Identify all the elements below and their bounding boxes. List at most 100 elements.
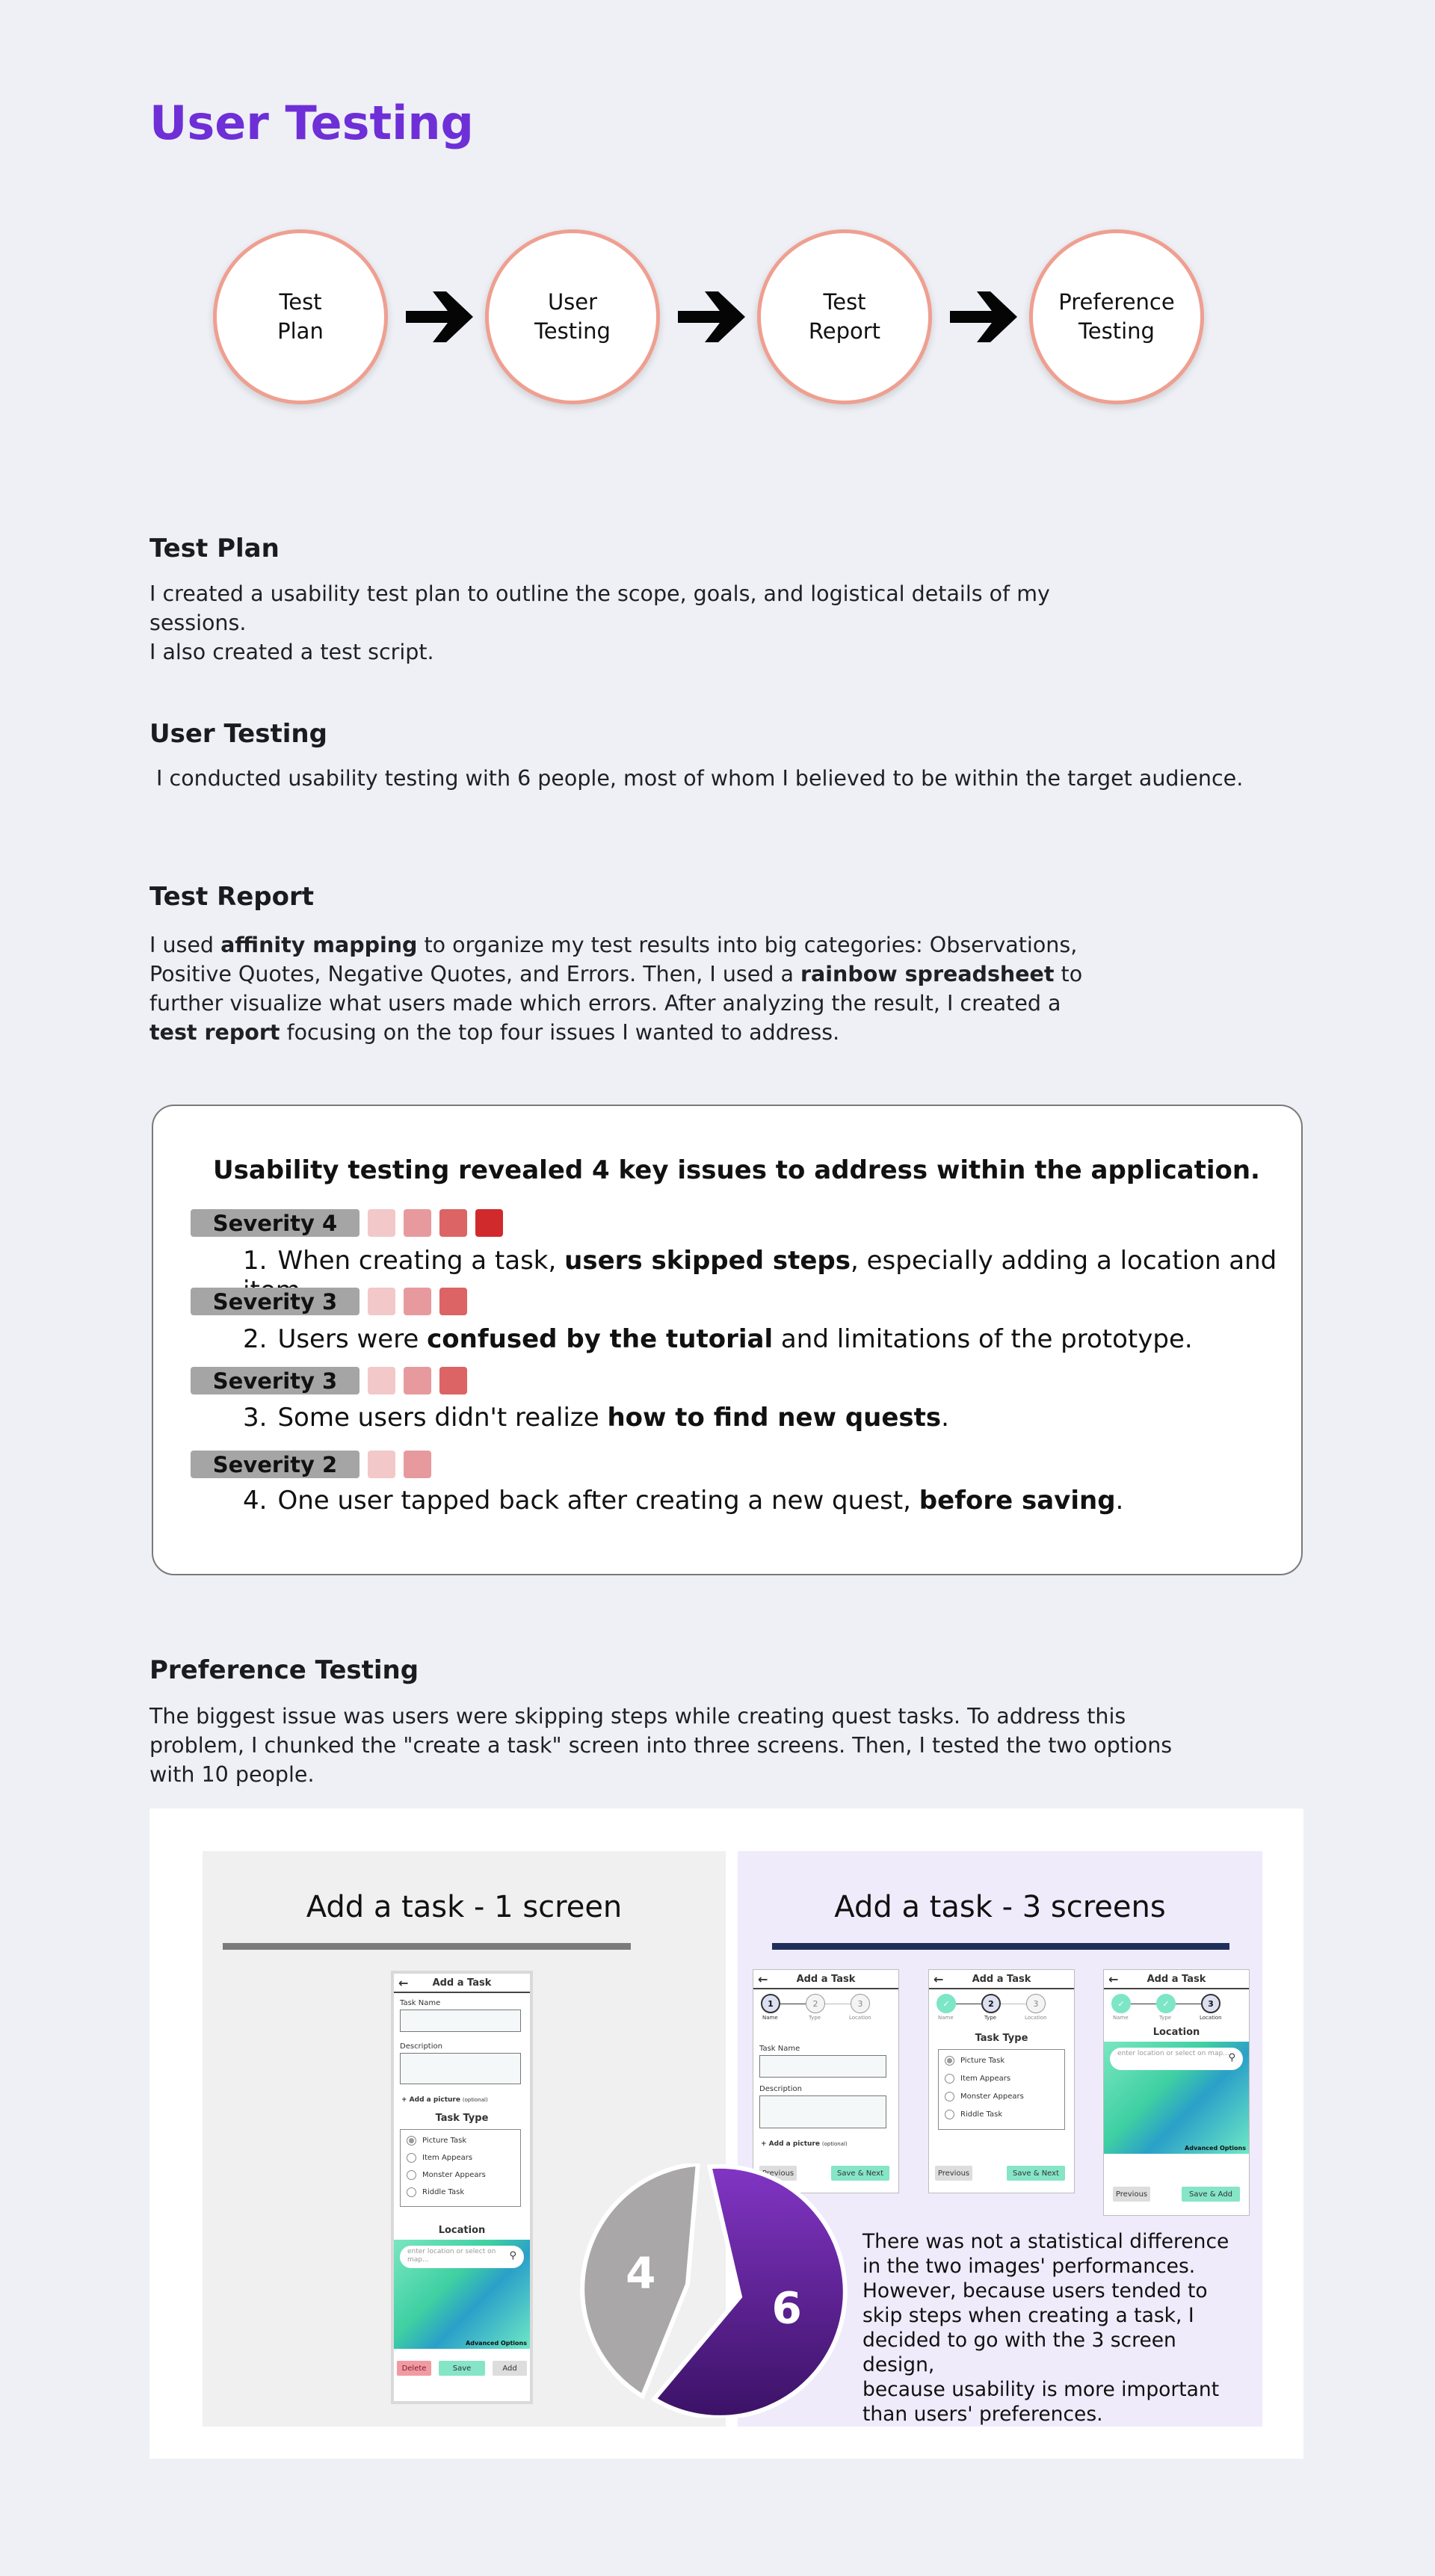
add-picture-text: + Add a picture	[401, 2096, 460, 2104]
radio-selected-icon	[407, 2136, 416, 2146]
mock-add-button: Add	[493, 2361, 527, 2376]
mock-title: Add a Task	[972, 1973, 1031, 1985]
bold-test-report: test report	[149, 1020, 280, 1045]
issue-emphasis: confused by the tutorial	[427, 1324, 774, 1354]
mock-save-add-button: Save & Add	[1182, 2187, 1240, 2202]
step-name: Location	[1025, 2015, 1047, 2021]
flow-step-preference-testing: Preference Testing	[1029, 229, 1204, 404]
mock-header: ← Add a Task	[1104, 1970, 1249, 1989]
task-name-label: Task Name	[759, 2045, 800, 2053]
pie-label: 4	[626, 2248, 655, 2299]
severity-square	[368, 1451, 395, 1478]
issue-text: Some users didn't realize	[277, 1403, 608, 1433]
severity-square	[439, 1209, 467, 1237]
process-flow: Test Plan User Testing Test Report Prefe…	[213, 229, 1204, 404]
radio-icon	[407, 2153, 416, 2163]
issue-number: 3.	[243, 1403, 268, 1433]
map-search-field: enter location or select on map... ⚲	[1110, 2048, 1243, 2070]
preference-conclusion: There was not a statistical difference i…	[862, 2230, 1229, 2426]
step-name: Type	[809, 2015, 821, 2021]
severity-row: Severity 2	[191, 1451, 431, 1478]
radio-riddle-task: Riddle Task	[945, 2110, 1002, 2119]
option-three-title: Add a task - 3 screens	[834, 1890, 1166, 1924]
map-placeholder: enter location or select on map...	[1117, 2050, 1229, 2057]
back-arrow-icon: ←	[398, 1976, 409, 1990]
task-type-options: Picture Task Item Appears Monster Appear…	[938, 2049, 1065, 2130]
radio-riddle-task: Riddle Task	[407, 2187, 464, 2197]
mock-delete-button: Delete	[397, 2361, 431, 2376]
location-map: enter location or select on map... ⚲ Adva…	[1104, 2042, 1249, 2154]
page-title: User Testing	[149, 96, 474, 150]
add-picture-text: + Add a picture	[761, 2140, 820, 2148]
task-type-heading: Task Type	[975, 2033, 1028, 2044]
advanced-options-tag: Advanced Options	[466, 2340, 527, 2347]
severity-square	[404, 1288, 431, 1315]
severity-label: Severity 3	[191, 1367, 359, 1394]
step-name: Type	[1159, 2015, 1172, 2021]
step-done-check-icon: ✓	[936, 1994, 956, 2013]
location-heading: Location	[1152, 2027, 1200, 2038]
severity-square	[368, 1209, 395, 1237]
radio-monster-appears: Monster Appears	[407, 2170, 486, 2180]
map-placeholder: enter location or select on map...	[407, 2248, 496, 2264]
section-title-test-report: Test Report	[149, 882, 315, 912]
step-name: Name	[938, 2015, 954, 2021]
issue-emphasis: users skipped steps	[564, 1246, 851, 1276]
back-arrow-icon: ←	[758, 1972, 768, 1986]
section-title-preference-testing: Preference Testing	[149, 1655, 419, 1685]
radio-label: Item Appears	[960, 2075, 1011, 2083]
mock-save-button: Save	[439, 2361, 485, 2376]
radio-picture-task: Picture Task	[407, 2136, 466, 2146]
location-heading: Location	[438, 2225, 486, 2236]
usability-issues-card: Usability testing revealed 4 key issues …	[152, 1105, 1303, 1575]
description-field	[400, 2053, 521, 2084]
radio-monster-appears: Monster Appears	[945, 2092, 1024, 2101]
back-arrow-icon: ←	[933, 1972, 944, 1986]
radio-selected-icon	[945, 2056, 954, 2066]
step-name: Type	[984, 2015, 997, 2021]
option-one-underline	[223, 1943, 631, 1950]
section-body-preference-testing: The biggest issue was users were skippin…	[149, 1704, 1173, 1787]
radio-label: Picture Task	[960, 2057, 1005, 2065]
radio-label: Monster Appears	[422, 2171, 486, 2179]
arrow-right-icon	[950, 291, 1017, 342]
preference-comparison-panel: Add a task - 1 screen ← Add a Task Task N…	[149, 1809, 1303, 2459]
step-one-mockup: ← Add a Task 1 2 3 Name Type Location Tas…	[753, 1969, 899, 2193]
radio-label: Riddle Task	[422, 2188, 465, 2196]
add-picture-link: + Add a picture (optional)	[761, 2140, 848, 2148]
issue-emphasis: how to find new quests	[607, 1403, 942, 1433]
mock-previous-button: Previous	[1113, 2187, 1150, 2202]
mock-title: Add a Task	[796, 1973, 856, 1985]
single-screen-mockup: ← Add a Task Task Name Description + Add …	[391, 1971, 533, 2404]
step-done-check-icon: ✓	[1156, 1994, 1176, 2013]
mock-header: ← Add a Task	[929, 1970, 1074, 1989]
text-span: focusing on the top four issues I wanted…	[280, 1020, 840, 1045]
radio-label: Item Appears	[422, 2154, 473, 2162]
search-icon: ⚲	[1228, 2052, 1235, 2063]
add-picture-link: + Add a picture (optional)	[401, 2096, 488, 2104]
mock-header: ← Add a Task	[753, 1970, 898, 1989]
issue-text: One user tapped back after creating a ne…	[277, 1486, 919, 1516]
issue-number: 4.	[243, 1486, 268, 1516]
mock-save-next-button: Save & Next	[1007, 2166, 1065, 2181]
test-plan-line-2: I also created a test script.	[149, 640, 434, 664]
step-three-mockup: ← Add a Task ✓ ✓ 3 Name Type Location Loc…	[1103, 1969, 1250, 2216]
mock-title: Add a Task	[1147, 1973, 1206, 1985]
task-type-heading: Task Type	[435, 2113, 489, 2124]
radio-item-appears: Item Appears	[945, 2074, 1010, 2084]
severity-square	[439, 1367, 467, 1394]
step-dot-current: 2	[981, 1994, 1001, 2013]
task-name-field	[759, 2055, 886, 2078]
issue-text: When creating a task,	[277, 1246, 565, 1276]
description-field	[759, 2095, 886, 2128]
stepper: ✓ 2 3 Name Type Location	[936, 1994, 1067, 2024]
section-body-user-testing: I conducted usability testing with 6 peo…	[149, 766, 1244, 791]
step-done-check-icon: ✓	[1111, 1994, 1131, 2013]
option-one-title: Add a task - 1 screen	[306, 1890, 623, 1924]
severity-square	[404, 1367, 431, 1394]
step-dot-current: 1	[761, 1994, 780, 2013]
mock-header: ← Add a Task	[394, 1974, 530, 1993]
section-title-user-testing: User Testing	[149, 719, 327, 749]
severity-square	[368, 1288, 395, 1315]
issue-item: 3. Some users didn't realize how to find …	[243, 1403, 949, 1433]
